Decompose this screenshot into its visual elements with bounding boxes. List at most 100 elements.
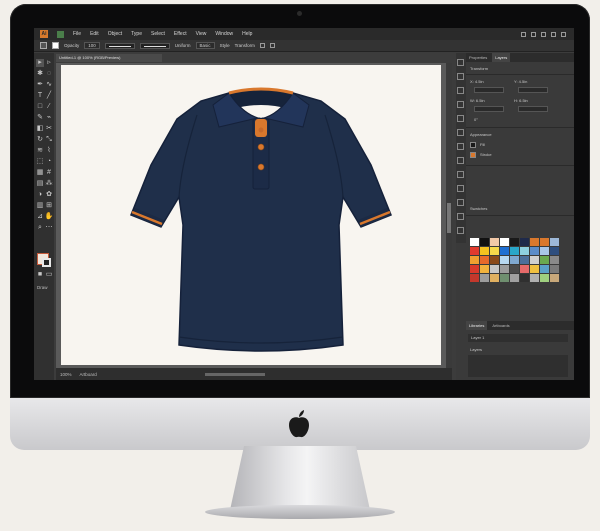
color-swatch[interactable] bbox=[550, 247, 559, 255]
perspective-grid-tool-icon[interactable]: ▦ bbox=[36, 169, 44, 177]
menu-icon[interactable] bbox=[269, 43, 275, 48]
artboard[interactable] bbox=[61, 65, 441, 365]
color-swatch[interactable] bbox=[550, 238, 559, 246]
align-panel-icon[interactable] bbox=[457, 199, 464, 206]
color-swatch[interactable] bbox=[520, 265, 529, 273]
document-tab[interactable]: Untitled-1 @ 100% (RGB/Preview) bbox=[56, 54, 162, 62]
warp-tool-icon[interactable]: ⌇ bbox=[45, 147, 53, 155]
menu-edit[interactable]: Edit bbox=[90, 31, 99, 37]
color-swatch[interactable] bbox=[540, 238, 549, 246]
appearance-fill-swatch[interactable] bbox=[470, 142, 476, 148]
color-swatch[interactable] bbox=[490, 247, 499, 255]
zoom-level[interactable]: 100% bbox=[60, 372, 72, 377]
lasso-tool-icon[interactable]: ◌ bbox=[45, 70, 53, 78]
rectangle-tool-icon[interactable]: □ bbox=[36, 103, 44, 111]
symbols-panel-icon[interactable] bbox=[457, 185, 464, 192]
layers-panel-icon[interactable] bbox=[457, 73, 464, 80]
curvature-tool-icon[interactable]: ∿ bbox=[45, 81, 53, 89]
vertical-scroll-thumb[interactable] bbox=[447, 203, 451, 233]
color-swatch[interactable] bbox=[490, 274, 499, 282]
swatches-panel-icon[interactable] bbox=[457, 227, 464, 234]
stroke-panel-icon[interactable] bbox=[457, 115, 464, 122]
color-swatch[interactable] bbox=[480, 265, 489, 273]
gradient-panel-icon[interactable] bbox=[457, 129, 464, 136]
horizontal-scroll-thumb[interactable] bbox=[204, 372, 265, 376]
brushes-panel-icon[interactable] bbox=[457, 171, 464, 178]
transparency-panel-icon[interactable] bbox=[457, 143, 464, 150]
shape-builder-tool-icon[interactable]: ◔ bbox=[45, 158, 53, 166]
color-panel-icon[interactable] bbox=[457, 101, 464, 108]
color-swatch[interactable] bbox=[500, 238, 509, 246]
arrange-icon[interactable] bbox=[531, 31, 536, 37]
pencil-tool-icon[interactable]: ✎ bbox=[36, 114, 44, 122]
minimize-icon[interactable] bbox=[541, 31, 546, 37]
type-tool-icon[interactable]: T bbox=[36, 92, 44, 100]
zoom-tool-icon[interactable]: ⌕ bbox=[36, 224, 44, 232]
color-swatch[interactable] bbox=[540, 265, 549, 273]
color-swatch[interactable] bbox=[550, 274, 559, 282]
menu-effect[interactable]: Effect bbox=[174, 31, 187, 37]
color-swatch[interactable] bbox=[480, 256, 489, 264]
transform-label[interactable]: Transform bbox=[235, 43, 255, 48]
color-swatch[interactable] bbox=[520, 247, 529, 255]
color-swatch[interactable] bbox=[530, 274, 539, 282]
stroke-color-swatch[interactable] bbox=[42, 258, 51, 267]
symbol-sprayer-tool-icon[interactable]: ✿ bbox=[45, 191, 53, 199]
layer-row[interactable]: Layer 1 bbox=[468, 334, 568, 342]
screen-mode-icon[interactable]: ▭ bbox=[45, 271, 53, 279]
color-swatch[interactable] bbox=[530, 238, 539, 246]
workspace-icon[interactable] bbox=[57, 30, 64, 38]
color-mode-icon[interactable]: ■ bbox=[36, 271, 44, 279]
blend-tool-icon[interactable]: ◑ bbox=[36, 191, 44, 199]
properties-panel-icon[interactable] bbox=[457, 59, 464, 66]
color-swatch[interactable] bbox=[540, 247, 549, 255]
align-icon[interactable] bbox=[259, 43, 265, 48]
x-field[interactable] bbox=[474, 87, 504, 93]
menu-file[interactable]: File bbox=[73, 31, 81, 37]
color-swatch[interactable] bbox=[500, 274, 509, 282]
y-field[interactable] bbox=[518, 87, 548, 93]
scale-tool-icon[interactable]: ⤡ bbox=[45, 136, 53, 144]
rotate-value[interactable]: 0° bbox=[474, 117, 478, 122]
tab-libraries[interactable]: Libraries bbox=[466, 321, 488, 330]
color-swatch[interactable] bbox=[510, 238, 519, 246]
color-swatch[interactable] bbox=[470, 238, 479, 246]
tab-artboards[interactable]: Artboards bbox=[489, 321, 512, 330]
width-tool-icon[interactable]: ≋ bbox=[36, 147, 44, 155]
color-swatch[interactable] bbox=[490, 256, 499, 264]
color-swatch[interactable] bbox=[530, 247, 539, 255]
menu-select[interactable]: Select bbox=[151, 31, 165, 37]
color-swatch[interactable] bbox=[540, 256, 549, 264]
color-swatch[interactable] bbox=[540, 274, 549, 282]
brush-definition-field[interactable] bbox=[139, 42, 170, 49]
h-field[interactable] bbox=[518, 106, 548, 112]
basic-dropdown[interactable]: Basic bbox=[195, 42, 215, 49]
gradient-tool-icon[interactable]: ▤ bbox=[36, 180, 44, 188]
menu-object[interactable]: Object bbox=[108, 31, 122, 37]
menu-type[interactable]: Type bbox=[131, 31, 142, 37]
polo-shirt-artwork[interactable] bbox=[121, 75, 401, 360]
pathfinder-panel-icon[interactable] bbox=[457, 213, 464, 220]
rotate-tool-icon[interactable]: ↻ bbox=[36, 136, 44, 144]
color-swatch[interactable] bbox=[480, 238, 489, 246]
color-swatch[interactable] bbox=[500, 256, 509, 264]
color-swatch[interactable] bbox=[520, 274, 529, 282]
color-swatch[interactable] bbox=[470, 256, 479, 264]
color-swatch[interactable] bbox=[550, 265, 559, 273]
scissors-tool-icon[interactable]: ✂ bbox=[45, 125, 53, 133]
color-swatch[interactable] bbox=[480, 274, 489, 282]
slice-tool-icon[interactable]: ⊿ bbox=[36, 213, 44, 221]
color-swatch[interactable] bbox=[470, 274, 479, 282]
color-swatch[interactable] bbox=[510, 247, 519, 255]
color-swatch[interactable] bbox=[480, 247, 489, 255]
menu-window[interactable]: Window bbox=[215, 31, 233, 37]
magic-wand-tool-icon[interactable]: ✱ bbox=[36, 70, 44, 78]
color-swatch[interactable] bbox=[520, 256, 529, 264]
search-icon[interactable] bbox=[521, 31, 526, 37]
maximize-icon[interactable] bbox=[551, 31, 556, 37]
vertical-scrollbar[interactable] bbox=[446, 63, 452, 368]
appearance-stroke-swatch[interactable] bbox=[470, 152, 476, 158]
color-swatch[interactable] bbox=[510, 274, 519, 282]
color-swatch[interactable] bbox=[530, 256, 539, 264]
column-graph-tool-icon[interactable]: ▥ bbox=[36, 202, 44, 210]
